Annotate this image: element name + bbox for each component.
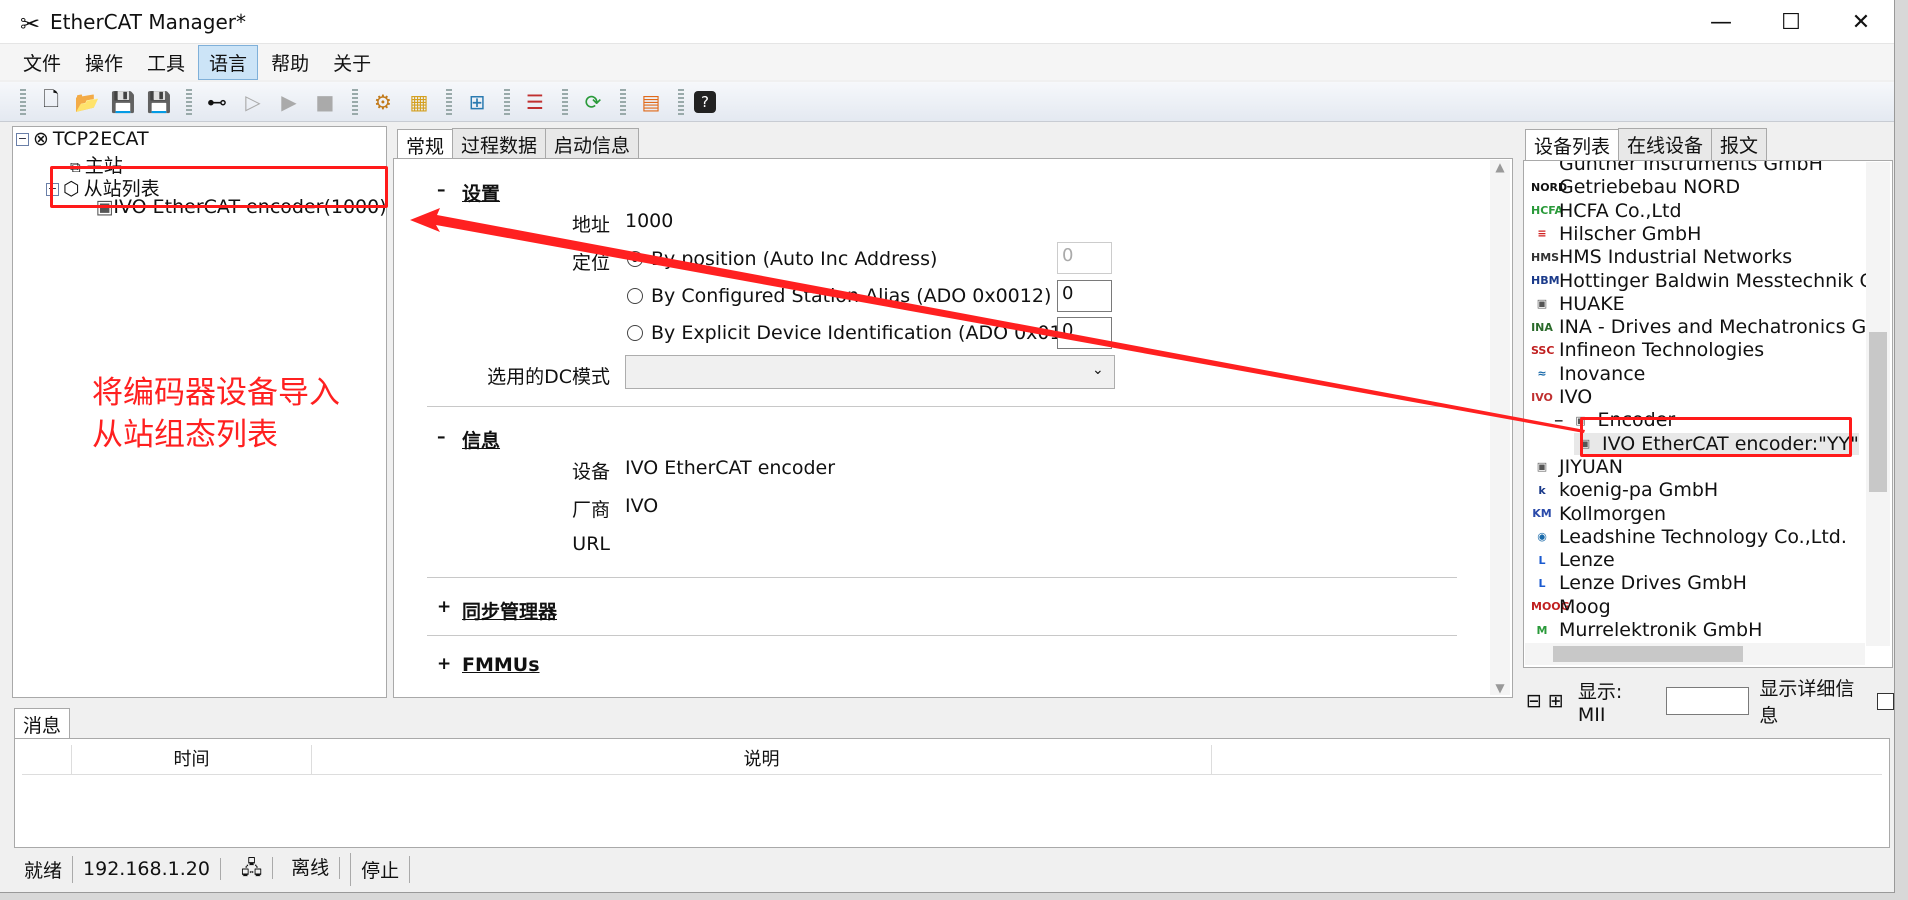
main-window: ✂ EtherCAT Manager* — ☐ ✕ 文件 操作 工具 语言 帮助… <box>0 0 1895 893</box>
annotation-arrow <box>410 208 1585 433</box>
